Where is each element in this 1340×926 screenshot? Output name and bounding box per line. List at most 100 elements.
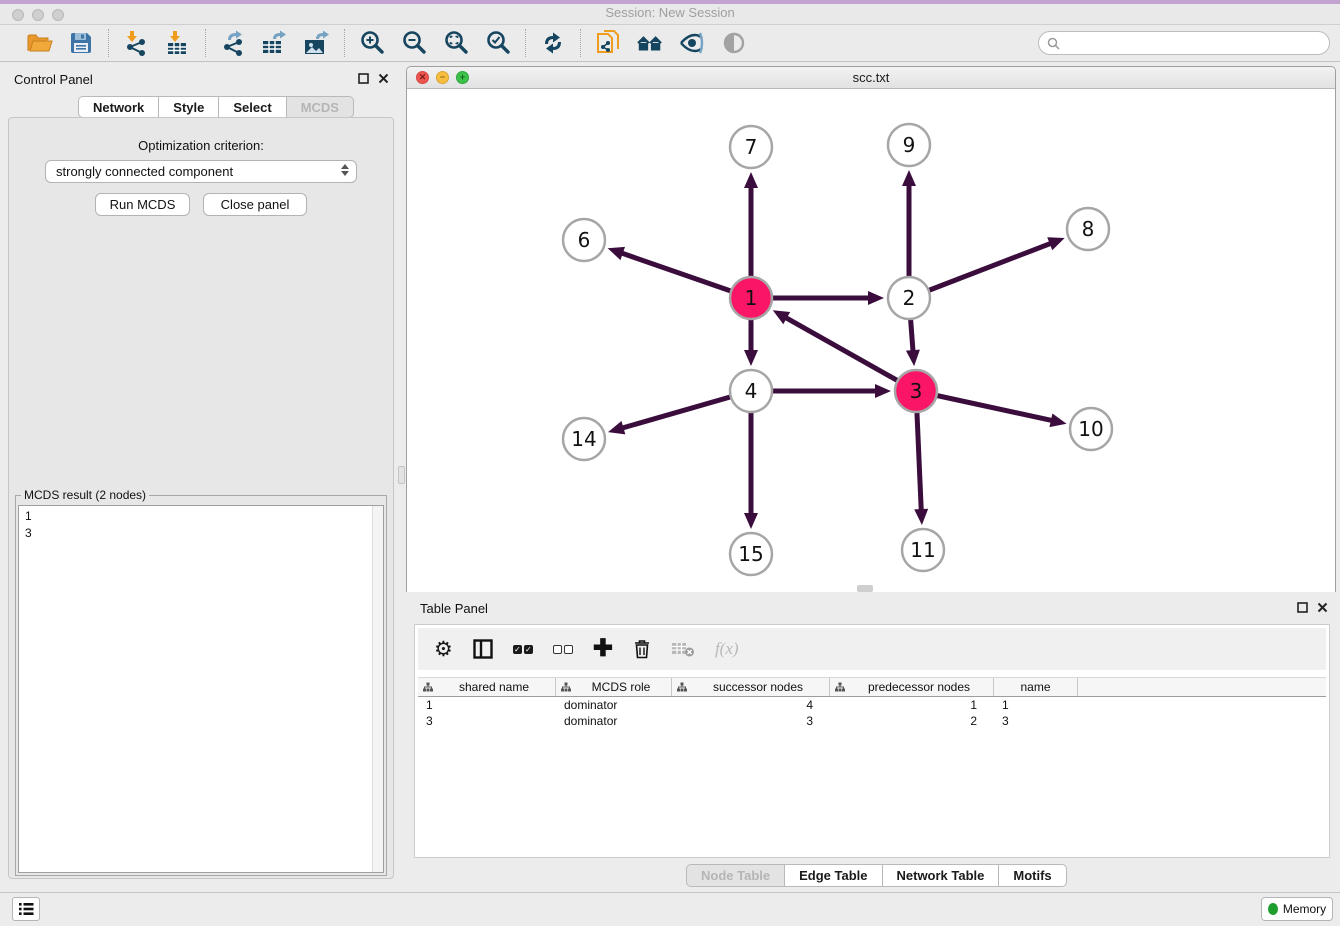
close-panel-icon[interactable] [378,73,389,84]
edge-arrowhead [744,172,758,188]
vertical-splitter-grip[interactable] [398,466,405,484]
edge-3-1[interactable] [785,317,916,391]
edge-arrowhead [608,421,625,434]
edge-arrowhead [744,350,758,366]
select-all-columns-icon[interactable]: ✓✓ [513,636,533,662]
import-network-icon[interactable] [122,29,150,57]
task-history-button[interactable] [12,897,40,921]
edge-arrowhead [906,350,920,366]
network-window-title: scc.txt [407,70,1335,85]
edge-arrowhead [608,247,625,260]
control-panel-window-buttons [358,73,389,84]
tab-motifs[interactable]: Motifs [999,864,1066,887]
tab-mcds[interactable]: MCDS [287,96,354,118]
search-icon [1047,37,1060,50]
memory-button[interactable]: Memory [1261,897,1333,921]
close-table-panel-icon[interactable] [1317,602,1328,613]
optimization-criterion-select[interactable]: strongly connected component [45,160,357,183]
mcds-result-title: MCDS result (2 nodes) [21,488,149,502]
graph-node-3[interactable]: 3 [895,370,937,412]
graph-node-2[interactable]: 2 [888,277,930,319]
edge-arrowhead [744,513,758,529]
node-label: 15 [738,542,763,566]
hide-selected-icon[interactable] [678,29,706,57]
graph-node-8[interactable]: 8 [1067,208,1109,250]
export-network-icon[interactable] [219,29,247,57]
node-label: 2 [903,286,916,310]
graph-node-10[interactable]: 10 [1070,408,1112,450]
control-panel-tabs: NetworkStyleSelectMCDS [78,96,354,118]
graph-node-11[interactable]: 11 [902,529,944,571]
network-window: ✕ − + scc.txt 1 2 3 4 6 7 8 9 10 11 14 15 [406,66,1336,592]
deselect-all-columns-icon[interactable] [553,636,573,662]
result-scrollbar[interactable] [372,506,383,872]
graph-node-7[interactable]: 7 [730,126,772,168]
graph-node-14[interactable]: 14 [563,418,605,460]
tab-node-table[interactable]: Node Table [686,864,785,887]
show-columns-icon[interactable] [473,636,493,662]
node-label: 14 [571,427,596,451]
column-header-predecessor-nodes[interactable]: predecessor nodes [830,678,994,696]
cell-shared-name: 1 [418,697,556,713]
task-list-icon [18,902,34,916]
table-row[interactable]: 3dominator323 [418,713,1326,729]
optimization-criterion-label: Optimization criterion: [9,138,393,153]
edge-arrowhead [1049,413,1066,427]
tab-edge-table[interactable]: Edge Table [785,864,882,887]
select-stepper-icon [341,164,349,176]
close-panel-button[interactable]: Close panel [203,193,307,216]
show-all-nodes-edges-icon[interactable] [636,29,664,57]
tab-network-table[interactable]: Network Table [883,864,1000,887]
float-panel-icon[interactable] [358,73,369,84]
graph-node-6[interactable]: 6 [563,219,605,261]
column-header-successor-nodes[interactable]: successor nodes [672,678,830,696]
graph-node-4[interactable]: 4 [730,370,772,412]
clone-network-icon[interactable] [594,29,622,57]
graph-node-1[interactable]: 1 [730,277,772,319]
add-column-icon[interactable]: ✚ [593,636,613,662]
run-mcds-button[interactable]: Run MCDS [95,193,190,216]
mcds-result-list[interactable]: 13 [18,505,384,873]
open-session-icon[interactable] [25,29,53,57]
network-window-titlebar[interactable]: ✕ − + scc.txt [407,67,1335,89]
apply-preferred-layout-icon[interactable] [539,29,567,57]
zoom-in-icon[interactable] [358,29,386,57]
export-image-icon[interactable] [303,29,331,57]
cell-MCDS-role: dominator [556,713,672,729]
delete-table-icon-disabled [671,636,695,662]
column-header-name[interactable]: name [994,678,1078,696]
horizontal-splitter-grip[interactable] [857,585,873,592]
graph-node-9[interactable]: 9 [888,124,930,166]
control-panel-title: Control Panel [14,72,93,87]
network-graph[interactable]: 1 2 3 4 6 7 8 9 10 11 14 15 [407,89,1335,592]
search-input[interactable] [1065,33,1329,53]
edge-arrowhead [875,384,891,398]
tab-select[interactable]: Select [219,96,286,118]
save-session-icon[interactable] [67,29,95,57]
network-canvas[interactable]: 1 2 3 4 6 7 8 9 10 11 14 15 [407,89,1335,592]
zoom-out-icon[interactable] [400,29,428,57]
column-header-shared-name[interactable]: shared name [418,678,556,696]
graph-node-15[interactable]: 15 [730,533,772,575]
table-panel-tabs: Node TableEdge TableNetwork TableMotifs [686,864,1067,887]
float-table-panel-icon[interactable] [1297,602,1308,613]
cell-MCDS-role: dominator [556,697,672,713]
show-hidden-icon[interactable] [720,29,748,57]
table-options-gear-icon[interactable]: ⚙ [434,636,453,662]
export-table-icon[interactable] [261,29,289,57]
delete-column-icon[interactable] [633,636,651,662]
table-row[interactable]: 1dominator411 [418,697,1326,713]
tab-style[interactable]: Style [159,96,219,118]
node-label: 4 [745,379,758,403]
zoom-fit-icon[interactable] [442,29,470,57]
edge-2-8[interactable] [909,243,1052,298]
zoom-selected-icon[interactable] [484,29,512,57]
status-bar [0,892,1340,926]
tab-network[interactable]: Network [78,96,159,118]
column-header-MCDS-role[interactable]: MCDS role [556,678,672,696]
import-table-icon[interactable] [164,29,192,57]
cell-predecessor-nodes: 2 [830,713,994,729]
cell-successor-nodes: 4 [672,697,830,713]
edge-arrowhead [902,170,916,186]
node-label: 1 [745,286,758,310]
